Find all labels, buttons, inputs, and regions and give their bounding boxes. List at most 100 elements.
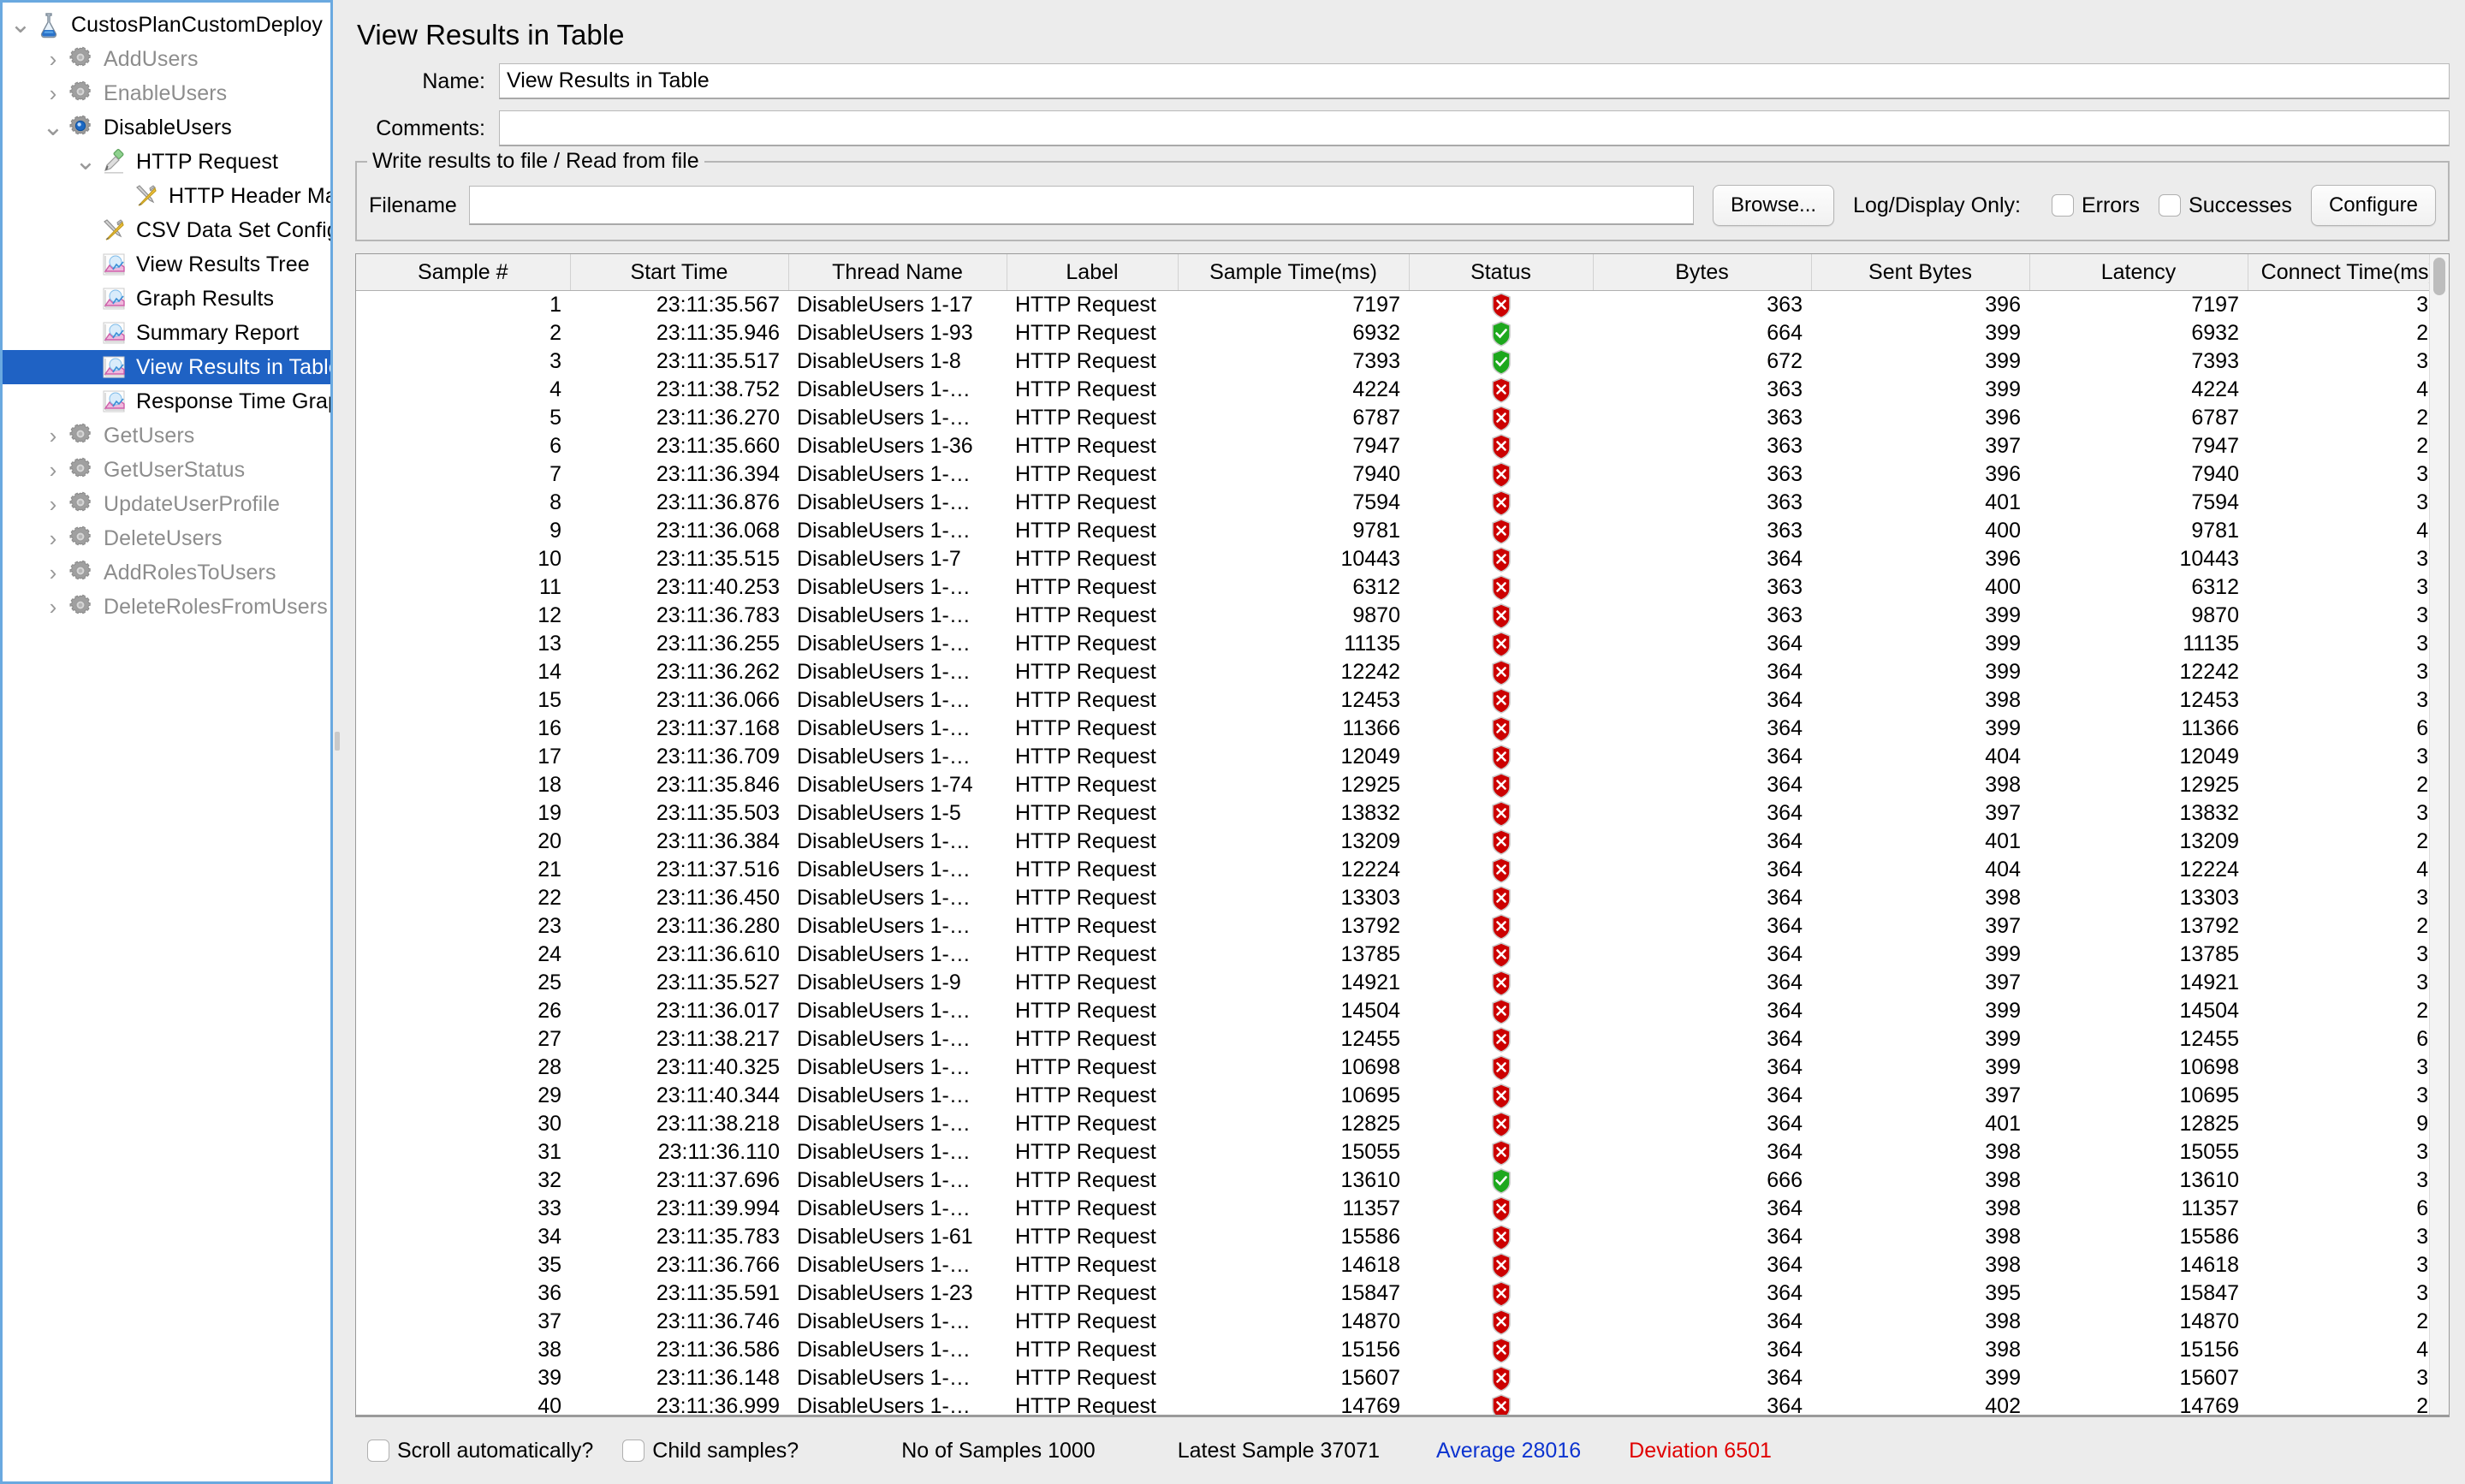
tree-item-addrolestousers[interactable]: › AddRolesToUsers (3, 555, 330, 590)
table-row[interactable]: 16 23:11:37.168 DisableUsers 1-… HTTP Reque… (356, 715, 2449, 743)
table-row[interactable]: 34 23:11:35.783 DisableUsers 1-61 HTTP Requ… (356, 1223, 2449, 1251)
tree-item-addusers[interactable]: › AddUsers (3, 42, 330, 76)
table-row[interactable]: 14 23:11:36.262 DisableUsers 1-… HTTP Reque… (356, 658, 2449, 686)
comments-input[interactable] (499, 110, 2450, 146)
chevron-right-icon[interactable]: › (39, 561, 68, 584)
table-row[interactable]: 9 23:11:36.068 DisableUsers 1-… HTTP Reques… (356, 517, 2449, 545)
chevron-right-icon[interactable]: › (39, 424, 68, 447)
table-row[interactable]: 21 23:11:37.516 DisableUsers 1-… HTTP Reque… (356, 856, 2449, 884)
tree-item-view-results-tree[interactable]: View Results Tree (3, 247, 330, 282)
filename-input[interactable] (468, 186, 1695, 225)
test-plan-tree-panel[interactable]: ⌄ CustosPlanCustomDeploy › AddUsers › Enab… (0, 0, 334, 1484)
successes-checkbox[interactable] (2159, 194, 2182, 217)
table-row[interactable]: 36 23:11:35.591 DisableUsers 1-23 HTTP Requ… (356, 1279, 2449, 1308)
table-row[interactable]: 35 23:11:36.766 DisableUsers 1-… HTTP Reque… (356, 1251, 2449, 1279)
column-header[interactable]: Thread Name (788, 254, 1007, 291)
table-row[interactable]: 25 23:11:35.527 DisableUsers 1-9 HTTP Reque… (356, 969, 2449, 997)
table-row[interactable]: 12 23:11:36.783 DisableUsers 1-… HTTP Reque… (356, 602, 2449, 630)
table-row[interactable]: 13 23:11:36.255 DisableUsers 1-… HTTP Reque… (356, 630, 2449, 658)
child-samples-wrap[interactable]: Child samples? (622, 1439, 799, 1463)
chevron-right-icon[interactable]: › (39, 48, 68, 70)
column-header[interactable]: Latency (2029, 254, 2248, 291)
chevron-right-icon[interactable]: › (39, 596, 68, 618)
successes-checkbox-wrap[interactable]: Successes (2159, 193, 2292, 218)
table-row[interactable]: 5 23:11:36.270 DisableUsers 1-… HTTP Reques… (356, 404, 2449, 432)
column-header[interactable]: Sample Time(ms) (1178, 254, 1410, 291)
tree-item-csv-data-set-config[interactable]: CSV Data Set Config (3, 213, 330, 247)
tree-item-graph-results[interactable]: Graph Results (3, 282, 330, 316)
table-row[interactable]: 23 23:11:36.280 DisableUsers 1-… HTTP Reque… (356, 912, 2449, 941)
table-row[interactable]: 11 23:11:40.253 DisableUsers 1-… HTTP Reque… (356, 573, 2449, 602)
table-row[interactable]: 33 23:11:39.994 DisableUsers 1-… HTTP Reque… (356, 1195, 2449, 1223)
table-row[interactable]: 8 23:11:36.876 DisableUsers 1-… HTTP Reques… (356, 489, 2449, 517)
tree-item-http-request[interactable]: ⌄ HTTP Request (3, 145, 330, 179)
column-header[interactable]: Connect Time(ms) (2248, 254, 2449, 291)
table-row[interactable]: 3 23:11:35.517 DisableUsers 1-8 HTTP Reques… (356, 347, 2449, 376)
tree-item-updateuserprofile[interactable]: › UpdateUserProfile (3, 487, 330, 521)
panel-splitter[interactable] (333, 0, 340, 1484)
tree-item-view-results-in-table[interactable]: View Results in Table (3, 350, 331, 384)
errors-checkbox-wrap[interactable]: Errors (2051, 193, 2140, 218)
table-row[interactable]: 30 23:11:38.218 DisableUsers 1-… HTTP Reque… (356, 1110, 2449, 1138)
chevron-right-icon[interactable]: › (39, 527, 68, 549)
column-header[interactable]: Bytes (1593, 254, 1812, 291)
table-row[interactable]: 38 23:11:36.586 DisableUsers 1-… HTTP Reque… (356, 1336, 2449, 1364)
table-row[interactable]: 22 23:11:36.450 DisableUsers 1-… HTTP Reque… (356, 884, 2449, 912)
column-header[interactable]: Status (1409, 254, 1594, 291)
chevron-down-icon[interactable]: ⌄ (6, 12, 35, 38)
table-row[interactable]: 40 23:11:36.999 DisableUsers 1-… HTTP Reque… (356, 1392, 2449, 1415)
results-table-scroll-area[interactable]: Sample # Start Time Thread Name Label Sample… (356, 254, 2449, 1415)
table-row[interactable]: 24 23:11:36.610 DisableUsers 1-… HTTP Reque… (356, 941, 2449, 969)
column-header[interactable]: Start Time (570, 254, 789, 291)
chevron-right-icon[interactable]: › (39, 459, 68, 481)
tree-item-deleteusers[interactable]: › DeleteUsers (3, 521, 330, 555)
table-row[interactable]: 31 23:11:36.110 DisableUsers 1-… HTTP Reque… (356, 1138, 2449, 1166)
table-row[interactable]: 10 23:11:35.515 DisableUsers 1-7 HTTP Reque… (356, 545, 2449, 573)
results-table-header[interactable]: Sample # Start Time Thread Name Label Sample… (356, 254, 2449, 291)
tree-item-getuserstatus[interactable]: › GetUserStatus (3, 453, 330, 487)
table-row[interactable]: 39 23:11:36.148 DisableUsers 1-… HTTP Reque… (356, 1364, 2449, 1392)
chevron-right-icon[interactable]: › (39, 493, 68, 515)
tree-item-response-time-graph[interactable]: Response Time Graph (3, 384, 330, 418)
tree-item-deleterolesfromusers[interactable]: › DeleteRolesFromUsers (3, 590, 330, 624)
name-input[interactable]: View Results in Table (499, 63, 2450, 99)
tree-item-enableusers[interactable]: › EnableUsers (3, 76, 330, 110)
column-header[interactable]: Sent Bytes (1811, 254, 2030, 291)
errors-checkbox[interactable] (2051, 194, 2074, 217)
table-row[interactable]: 6 23:11:35.660 DisableUsers 1-36 HTTP Reque… (356, 432, 2449, 460)
table-row[interactable]: 15 23:11:36.066 DisableUsers 1-… HTTP Reque… (356, 686, 2449, 715)
table-row[interactable]: 27 23:11:38.217 DisableUsers 1-… HTTP Reque… (356, 1025, 2449, 1054)
table-row[interactable]: 7 23:11:36.394 DisableUsers 1-… HTTP Reques… (356, 460, 2449, 489)
tree-item-summary-report[interactable]: Summary Report (3, 316, 330, 350)
chevron-down-icon[interactable]: ⌄ (71, 149, 100, 175)
table-row[interactable]: 19 23:11:35.503 DisableUsers 1-5 HTTP Reque… (356, 799, 2449, 828)
table-row[interactable]: 20 23:11:36.384 DisableUsers 1-… HTTP Reque… (356, 828, 2449, 856)
table-cell: 10443 (1340, 547, 1400, 571)
tree-item-getusers[interactable]: › GetUsers (3, 418, 330, 453)
browse-button[interactable]: Browse... (1713, 185, 1835, 226)
table-row[interactable]: 4 23:11:38.752 DisableUsers 1-… HTTP Reques… (356, 376, 2449, 404)
table-row[interactable]: 26 23:11:36.017 DisableUsers 1-… HTTP Reque… (356, 997, 2449, 1025)
table-row[interactable]: 18 23:11:35.846 DisableUsers 1-74 HTTP Requ… (356, 771, 2449, 799)
tree-item-disableusers[interactable]: ⌄ DisableUsers (3, 110, 330, 145)
configure-button[interactable]: Configure (2310, 185, 2436, 226)
table-row[interactable]: 17 23:11:36.709 DisableUsers 1-… HTTP Reque… (356, 743, 2449, 771)
table-row[interactable]: 1 23:11:35.567 DisableUsers 1-17 HTTP Reque… (356, 291, 2449, 320)
chevron-down-icon[interactable]: ⌄ (39, 115, 68, 140)
results-table-scrollbar[interactable] (2429, 254, 2449, 1415)
tree-item-http-header-manager[interactable]: HTTP Header Manager (3, 179, 330, 213)
column-header[interactable]: Sample # (356, 254, 571, 291)
scroll-automatically-wrap[interactable]: Scroll automatically? (367, 1439, 593, 1463)
scrollbar-thumb[interactable] (2433, 258, 2445, 295)
scroll-automatically-checkbox[interactable] (367, 1439, 389, 1462)
table-row[interactable]: 37 23:11:36.746 DisableUsers 1-… HTTP Reque… (356, 1308, 2449, 1336)
table-row[interactable]: 28 23:11:40.325 DisableUsers 1-… HTTP Reque… (356, 1054, 2449, 1082)
table-row[interactable]: 2 23:11:35.946 DisableUsers 1-93 HTTP Reque… (356, 319, 2449, 347)
column-header[interactable]: Label (1007, 254, 1179, 291)
test-plan-tree[interactable]: ⌄ CustosPlanCustomDeploy › AddUsers › Enab… (3, 3, 331, 624)
table-row[interactable]: 32 23:11:37.696 DisableUsers 1-… HTTP Reque… (356, 1166, 2449, 1195)
child-samples-checkbox[interactable] (622, 1439, 645, 1462)
tree-item-custosplancustomdeploy[interactable]: ⌄ CustosPlanCustomDeploy (3, 8, 330, 42)
chevron-right-icon[interactable]: › (39, 82, 68, 104)
table-row[interactable]: 29 23:11:40.344 DisableUsers 1-… HTTP Reque… (356, 1082, 2449, 1110)
